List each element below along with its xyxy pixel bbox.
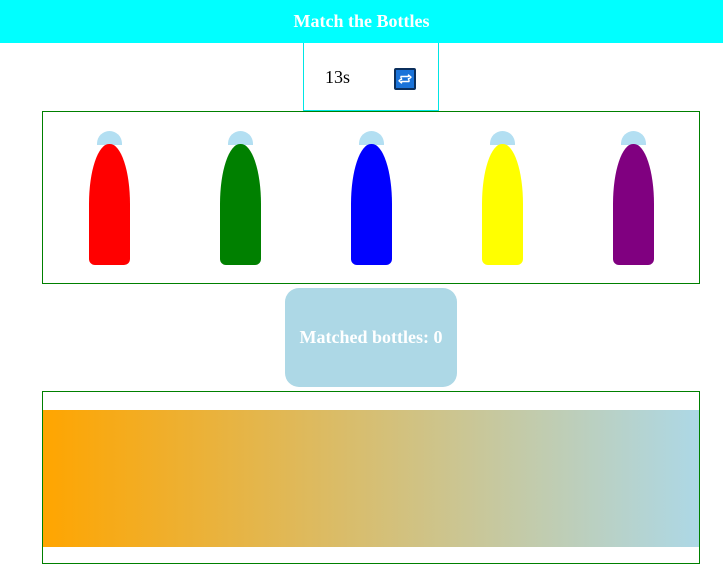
- timer-value: 13s: [325, 67, 351, 87]
- restart-button[interactable]: [394, 68, 416, 90]
- bottle-purple[interactable]: [613, 131, 654, 265]
- bottle-cap: [228, 131, 253, 145]
- score-text: Matched bottles: 0: [299, 327, 443, 347]
- bottle-body: [351, 144, 392, 265]
- bottle-shelf: [42, 111, 700, 284]
- bottle-cap: [621, 131, 646, 145]
- game-header: Match the Bottles: [0, 0, 723, 43]
- bottle-red[interactable]: [89, 131, 130, 265]
- target-drop-zone[interactable]: [43, 410, 699, 547]
- score-panel: Matched bottles: 0: [285, 288, 457, 387]
- timer-panel: 13s: [303, 43, 439, 111]
- game-title: Match the Bottles: [293, 11, 430, 31]
- bottle-blue[interactable]: [351, 131, 392, 265]
- bottle-body: [220, 144, 261, 265]
- bottle-yellow[interactable]: [482, 131, 523, 265]
- bottle-body: [482, 144, 523, 265]
- bottle-body: [613, 144, 654, 265]
- bottle-cap: [359, 131, 384, 145]
- bottle-body: [89, 144, 130, 265]
- bottle-green[interactable]: [220, 131, 261, 265]
- target-panel: [42, 391, 700, 564]
- refresh-icon: [398, 74, 412, 84]
- bottle-cap: [490, 131, 515, 145]
- bottle-cap: [97, 131, 122, 145]
